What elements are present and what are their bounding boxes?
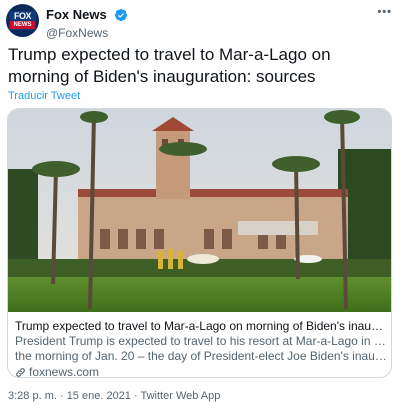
logo-text-top: FOX	[13, 11, 32, 21]
more-options-icon[interactable]: •••	[377, 6, 392, 18]
avatar[interactable]: FOX NEWS	[6, 4, 39, 37]
card-info: Trump expected to travel to Mar-a-Lago o…	[15, 319, 387, 378]
card-description: President Trump is expected to travel to…	[15, 334, 387, 364]
tweet-container: FOX NEWS Fox News @FoxNews ••• Trump exp…	[0, 0, 400, 412]
tweet-text: Trump expected to travel to Mar-a-Lago o…	[8, 45, 331, 86]
card-description-line-1: President Trump is expected to travel to…	[15, 334, 387, 348]
card-description-line-2: the morning of Jan. 20 – the day of Pres…	[15, 349, 387, 363]
display-name[interactable]: Fox News	[46, 7, 107, 22]
tweet-header: FOX NEWS Fox News @FoxNews •••	[6, 4, 392, 40]
link-icon	[16, 368, 25, 377]
card-domain[interactable]: foxnews.com	[15, 365, 387, 378]
handle[interactable]: @FoxNews	[46, 26, 128, 40]
author-names: Fox News @FoxNews	[46, 6, 128, 40]
verified-badge-icon	[115, 8, 128, 21]
card-image	[8, 109, 391, 312]
logo-text-bottom: NEWS	[10, 21, 35, 29]
translate-tweet-link[interactable]: Traducir Tweet	[8, 90, 80, 102]
tweet-timestamp[interactable]: 3:28 p. m. · 15 ene. 2021 · Twitter Web …	[8, 390, 220, 402]
card-title[interactable]: Trump expected to travel to Mar-a-Lago o…	[15, 319, 387, 334]
card-domain-text: foxnews.com	[29, 365, 100, 378]
fox-news-logo: FOX NEWS	[9, 11, 36, 30]
link-preview-card[interactable]: Trump expected to travel to Mar-a-Lago o…	[7, 108, 392, 378]
